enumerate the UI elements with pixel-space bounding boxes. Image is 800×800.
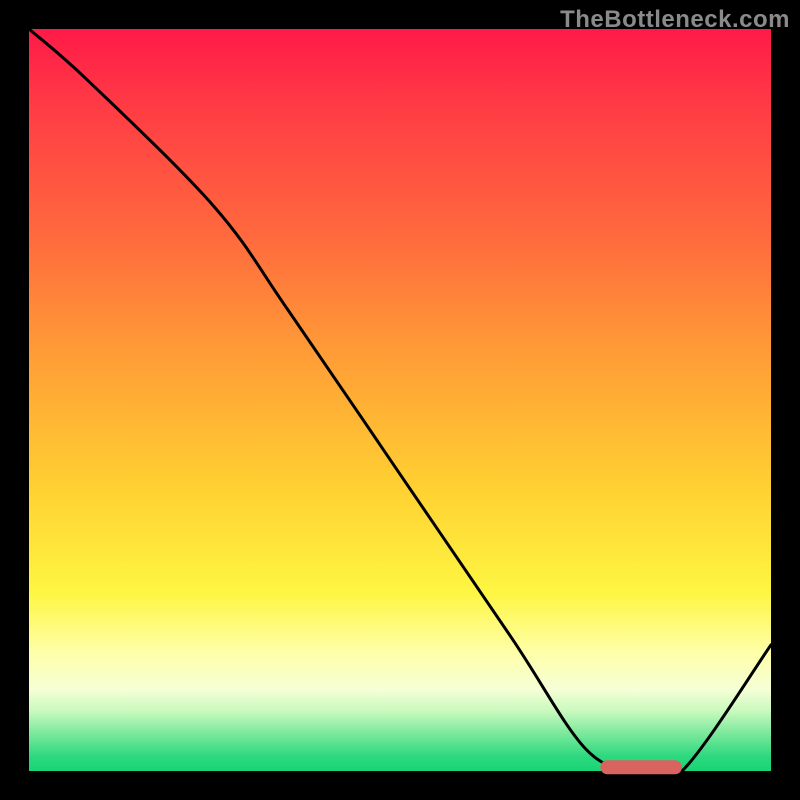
watermark-text: TheBottleneck.com: [560, 6, 790, 34]
optimal-zone-bar: [600, 760, 682, 774]
chart-stage: TheBottleneck.com: [0, 0, 800, 800]
plot-frame: [29, 29, 771, 771]
chart-svg: [29, 29, 771, 771]
bottleneck-curve: [29, 29, 771, 781]
